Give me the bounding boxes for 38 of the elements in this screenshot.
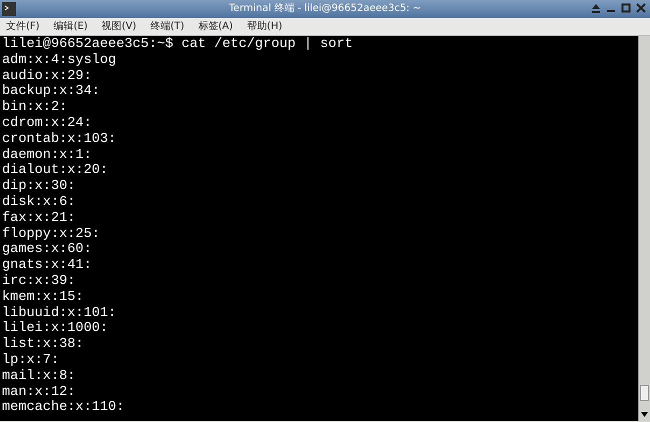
terminal-line: bin:x:2: [2,100,68,116]
terminal-line: lilei@96652aeee3c5:~$ cat /etc/group | sort [2,37,354,53]
terminal-line: backup:x:34: [2,84,101,100]
menu-item[interactable]: 编辑(E) [54,18,88,35]
terminal-line: lilei:x:1000: [2,321,110,337]
terminal-line: games:x:60: [2,242,93,258]
terminal-line: gnats:x:41: [2,258,93,274]
terminal-line: adm:x:4:syslog [2,52,118,69]
terminal-line: lp:x:7: [2,352,60,369]
terminal-line: list:x:38: [2,337,85,353]
menu-item[interactable]: 帮助(H) [246,18,282,35]
scrollbar[interactable] [638,36,650,421]
terminal-line: daemon:x:1: [2,148,93,163]
window-title: Terminal 终端 - lilei@96652aeee3c5: ~ [228,3,422,14]
scrollbar-thumb[interactable] [640,385,649,401]
terminal-line: fax:x:21: [2,210,76,227]
terminal-line: irc:x:39: [2,274,76,290]
terminal-line: man:x:12: [2,384,76,400]
terminal-line: crontab:x:103: [2,132,118,148]
maximize-icon[interactable] [621,3,631,13]
scroll-down-icon[interactable] [641,412,648,417]
terminal-icon [2,2,16,16]
terminal-line: disk:x:6: [2,194,76,211]
menu-item[interactable]: 视图(V) [102,18,136,35]
menu-item[interactable]: 终端(T) [150,18,184,35]
terminal-line: floppy:x:25: [2,226,101,242]
menu-item[interactable]: 文件(F) [6,18,40,35]
terminal-line: dip:x:30: [2,179,76,195]
close-icon[interactable] [636,3,646,13]
terminal-line: memcache:x:110: [2,400,126,416]
terminal-line: dialout:x:20: [2,163,110,179]
menu-item[interactable]: 标签(A) [198,18,233,35]
terminal-line: mail:x:8: [2,368,76,385]
terminal-line: kmem:x:15: [2,290,85,306]
terminal-line: libuuid:x:101: [2,306,118,321]
terminal-line: audio:x:29: [2,68,93,84]
terminal-line: cdrom:x:24: [2,116,93,132]
shade-icon[interactable] [591,3,601,13]
